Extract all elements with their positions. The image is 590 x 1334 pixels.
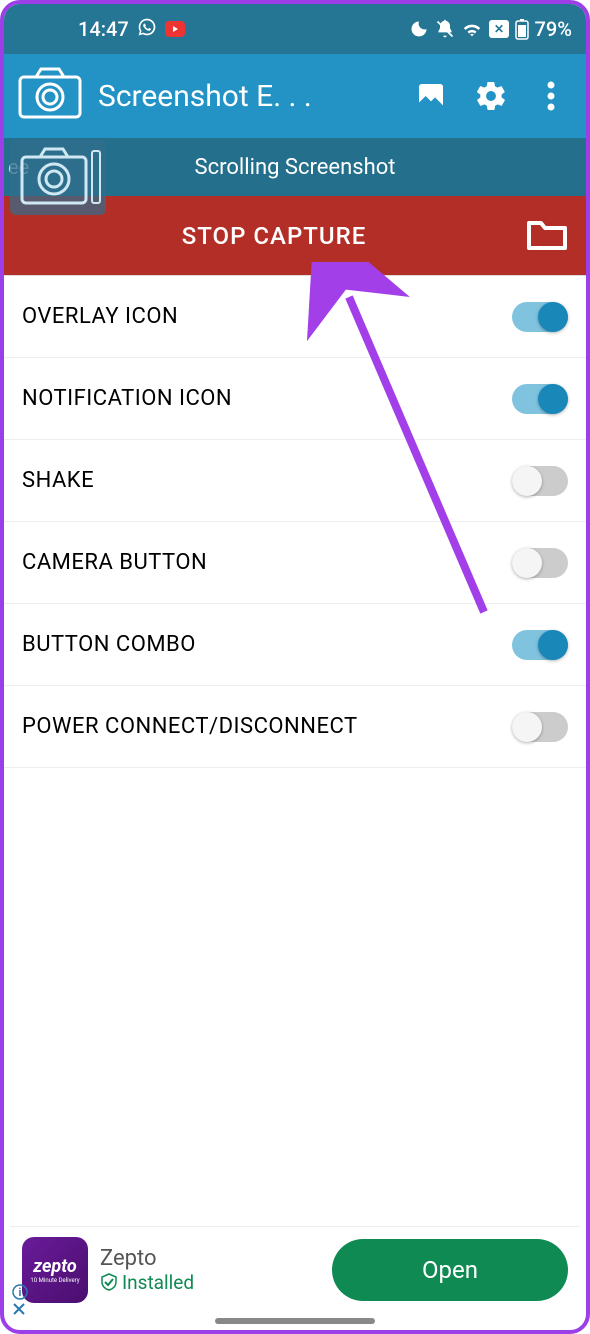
floating-camera-overlay[interactable] — [10, 139, 106, 219]
toggle-switch[interactable] — [512, 630, 568, 660]
svg-text:✕: ✕ — [494, 22, 504, 36]
data-icon: ✕ — [489, 20, 509, 38]
folder-icon[interactable] — [526, 217, 568, 255]
setting-label: SHAKE — [22, 468, 512, 493]
ad-status: Installed — [100, 1271, 320, 1294]
ad-open-button[interactable]: Open — [332, 1239, 568, 1301]
battery-icon — [515, 18, 529, 40]
status-time: 14:47 — [78, 17, 129, 41]
toggle-switch[interactable] — [512, 466, 568, 496]
check-shield-icon — [100, 1273, 118, 1291]
ad-banner[interactable]: zepto 10 Minute Delivery Zepto Installed… — [10, 1226, 580, 1312]
wifi-icon — [461, 19, 483, 39]
setting-row[interactable]: POWER CONNECT/DISCONNECT — [4, 686, 586, 768]
ad-close-icon[interactable] — [12, 1302, 26, 1316]
youtube-icon — [165, 21, 185, 37]
svg-text:i: i — [19, 1286, 22, 1299]
ad-app-name: Zepto — [100, 1246, 320, 1271]
setting-label: NOTIFICATION ICON — [22, 386, 512, 411]
setting-row[interactable]: SHAKE — [4, 440, 586, 522]
setting-label: POWER CONNECT/DISCONNECT — [22, 714, 512, 739]
battery-percent: 79% — [535, 17, 572, 41]
toggle-switch[interactable] — [512, 384, 568, 414]
setting-label: OVERLAY ICON — [22, 304, 512, 329]
gallery-icon[interactable] — [408, 73, 454, 119]
toggle-switch[interactable] — [512, 302, 568, 332]
camera-logo-icon — [16, 67, 84, 125]
setting-row[interactable]: BUTTON COMBO — [4, 604, 586, 686]
mute-bell-icon — [435, 19, 455, 39]
whatsapp-icon — [137, 17, 157, 42]
status-bar: 14:47 ✕ 79% — [4, 4, 586, 54]
home-indicator[interactable] — [215, 1318, 375, 1324]
gear-icon[interactable] — [468, 73, 514, 119]
setting-label: BUTTON COMBO — [22, 632, 512, 657]
setting-row[interactable]: CAMERA BUTTON — [4, 522, 586, 604]
app-title: Screenshot E. . . — [98, 79, 394, 114]
stop-capture-button[interactable]: STOP CAPTURE — [22, 222, 526, 250]
setting-row[interactable]: OVERLAY ICON — [4, 276, 586, 358]
toggle-switch[interactable] — [512, 712, 568, 742]
app-bar: Screenshot E. . . — [4, 54, 586, 138]
sub-header-label: Scrolling Screenshot — [195, 155, 396, 180]
more-vert-icon[interactable] — [528, 73, 574, 119]
setting-label: CAMERA BUTTON — [22, 550, 512, 575]
settings-list: OVERLAY ICON NOTIFICATION ICON SHAKE CAMERA… — [4, 276, 586, 768]
ad-logo: zepto 10 Minute Delivery — [22, 1237, 88, 1303]
dnd-moon-icon — [409, 19, 429, 39]
ad-info-icon[interactable]: i — [12, 1284, 28, 1300]
setting-row[interactable]: NOTIFICATION ICON — [4, 358, 586, 440]
ad-info-icons[interactable]: i — [12, 1284, 28, 1316]
toggle-switch[interactable] — [512, 548, 568, 578]
